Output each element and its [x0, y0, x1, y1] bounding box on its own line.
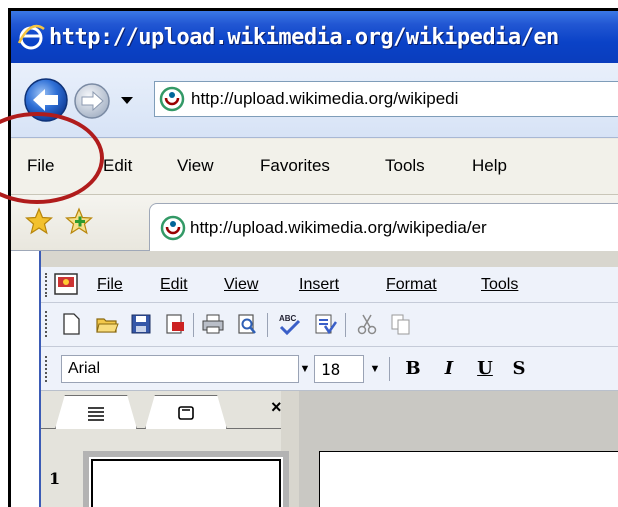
spellcheck-icon[interactable]: ABC	[277, 312, 301, 336]
close-panel-icon[interactable]: ×	[271, 397, 282, 418]
browser-window: http://upload.wikimedia.org/wikipedia/en	[8, 8, 618, 507]
export-pdf-icon[interactable]	[163, 312, 187, 336]
app-document-icon[interactable]	[53, 272, 79, 296]
menu-help[interactable]: Help	[472, 156, 507, 176]
app-menu-insert[interactable]: Insert	[299, 276, 339, 294]
autospellcheck-icon[interactable]	[313, 312, 337, 336]
menu-file[interactable]: File	[27, 156, 54, 176]
slide-number: 1	[49, 469, 61, 488]
shadow-button[interactable]: S	[505, 355, 533, 383]
app-menu-tools[interactable]: Tools	[481, 276, 518, 294]
font-name-field[interactable]: Arial	[61, 355, 299, 383]
app-menu-format[interactable]: Format	[386, 276, 437, 294]
new-document-icon[interactable]	[59, 312, 83, 336]
toolbar-separator	[193, 313, 194, 337]
recent-pages-dropdown-icon[interactable]	[121, 95, 133, 105]
tab-active[interactable]: http://upload.wikimedia.org/wikipedia/er	[149, 203, 618, 251]
font-size-dropdown-icon[interactable]: ▼	[367, 355, 383, 383]
address-bar[interactable]: http://upload.wikimedia.org/wikipedi	[154, 81, 618, 117]
italic-button[interactable]: I	[435, 355, 463, 383]
internet-explorer-icon	[17, 24, 45, 50]
toolbar-grip[interactable]	[45, 311, 48, 337]
document-canvas	[299, 391, 618, 507]
app-menu-bar: File Edit View Insert Format Tools	[41, 267, 618, 303]
menu-edit[interactable]: Edit	[103, 156, 132, 176]
slide-thumbnail-inner	[91, 459, 281, 507]
address-text: http://upload.wikimedia.org/wikipedi	[191, 89, 459, 108]
save-icon[interactable]	[129, 312, 153, 336]
wikimedia-site-icon	[159, 86, 185, 112]
favorites-bar: http://upload.wikimedia.org/wikipedia/er	[11, 195, 618, 251]
open-folder-icon[interactable]	[95, 312, 119, 336]
add-favorites-icon[interactable]	[65, 207, 93, 235]
menu-favorites[interactable]: Favorites	[260, 156, 330, 176]
font-size-field[interactable]: 18	[314, 355, 364, 383]
forward-button[interactable]	[73, 82, 111, 120]
toolbar-grip[interactable]	[45, 356, 48, 382]
cut-icon[interactable]	[355, 312, 379, 336]
document-page[interactable]	[319, 451, 618, 507]
toolbar-grip[interactable]	[45, 273, 48, 297]
toolbar-separator	[389, 357, 390, 381]
slides-panel: × 1	[41, 391, 289, 507]
panel-tabs: ×	[41, 391, 282, 429]
title-bar: http://upload.wikimedia.org/wikipedia/en	[11, 11, 618, 63]
navigation-bar: http://upload.wikimedia.org/wikipedi	[11, 63, 618, 138]
app-menu-edit[interactable]: Edit	[160, 276, 188, 294]
list-icon	[88, 406, 104, 421]
toolbar-separator	[345, 313, 346, 337]
underline-button[interactable]: U	[471, 355, 499, 383]
app-menu-file[interactable]: File	[97, 276, 123, 294]
slide-thumbnail[interactable]	[83, 451, 289, 507]
print-icon[interactable]	[201, 312, 225, 336]
print-preview-icon[interactable]	[235, 312, 259, 336]
back-button[interactable]	[23, 77, 69, 123]
font-name-dropdown-icon[interactable]: ▼	[297, 355, 313, 383]
standard-toolbar: ABC	[41, 303, 618, 347]
favorites-star-icon[interactable]	[25, 207, 53, 235]
tab-label: http://upload.wikimedia.org/wikipedia/er	[190, 217, 487, 237]
font-name-value: Arial	[68, 360, 101, 377]
tab-outline[interactable]	[55, 395, 137, 429]
copy-icon[interactable]	[389, 312, 413, 336]
menu-tools[interactable]: Tools	[385, 156, 425, 176]
toolbar-separator	[267, 313, 268, 337]
menu-bar: File Edit View Favorites Tools Help	[11, 139, 618, 195]
page-content: File Edit View Insert Format Tools ABC A…	[11, 251, 618, 507]
app-menu-view[interactable]: View	[224, 276, 258, 294]
slide-icon	[178, 405, 194, 420]
menu-view[interactable]: View	[177, 156, 214, 176]
bold-button[interactable]: B	[399, 355, 427, 383]
font-size-value: 18	[321, 360, 341, 379]
tab-slides[interactable]	[145, 395, 227, 429]
formatting-toolbar: Arial ▼ 18 ▼ B I U S	[41, 347, 618, 391]
svg-text:ABC: ABC	[279, 314, 297, 323]
window-title: http://upload.wikimedia.org/wikipedia/en	[49, 24, 559, 50]
wikimedia-tab-icon	[160, 215, 186, 240]
office-app: File Edit View Insert Format Tools ABC A…	[39, 251, 618, 507]
